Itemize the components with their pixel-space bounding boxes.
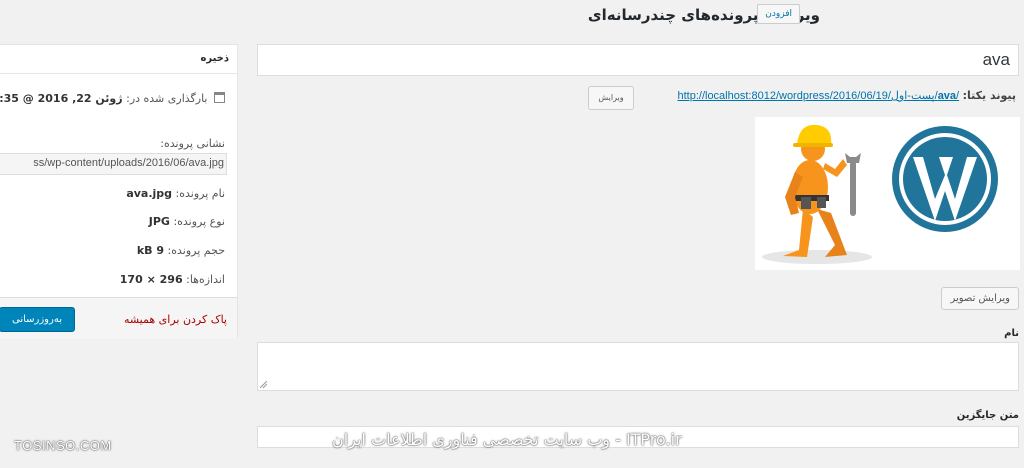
file-type-value: JPG [148,215,170,228]
attachment-image [762,124,998,264]
file-name-label: نام پرونده: [175,187,225,200]
permalink-label: پیوند یکتا: [962,89,1016,102]
permalink-link[interactable]: http://localhost:8012/wordpress/2016/06/… [677,90,959,102]
caption-label: نام [1004,328,1019,339]
permalink-row: پیوند یکتا: http://localhost:8012/wordpr… [677,89,1016,102]
title-input-value: ava [982,50,1010,69]
watermark-tosinso: TOSINSO.COM [14,438,112,453]
watermark-itpro: ITPro.ir - وب سایت تخصصی فناوری اطلاعات … [332,430,682,449]
dimensions-label: اندازه‌ها: [186,273,225,286]
file-size-value: 9 kB [136,244,165,257]
permalink-url-middle: /پست-اول/ [887,90,938,102]
file-type-label: نوع پرونده: [173,215,225,228]
title-input[interactable]: ava [257,44,1019,76]
dimensions-value: 296 × 170 [119,273,183,286]
save-box-title: ذخیره [200,53,229,64]
edit-permalink-button[interactable]: ویرایش [588,86,634,110]
alt-text-label: متن جایگزین [956,410,1019,421]
caption-textarea[interactable] [257,342,1019,391]
permalink-slug: ava [937,90,957,102]
file-url-label: نشانی پرونده: [160,137,225,150]
divider [0,73,237,74]
edit-image-button[interactable]: ویرایش تصویر [941,287,1019,310]
file-name-row: نام پرونده: ava.jpg [126,187,225,200]
file-size-label: حجم پرونده: [167,244,225,257]
add-new-button[interactable]: افزودن [757,4,800,24]
permalink-url-suffix: / [956,90,960,102]
uploaded-info: بارگذاری شده در: ژوئن 22, 2016 @ 11:35 [0,89,225,108]
file-type-row: نوع پرونده: JPG [149,215,225,228]
permalink-url-prefix: http://localhost:8012/wordpress/2016/06/… [677,90,888,102]
wordpress-logo-icon [892,126,998,232]
file-size-row: حجم پرونده: 9 kB [137,244,225,257]
calendar-icon [214,92,225,103]
uploaded-value: ژوئن 22, 2016 @ 11:35 [0,92,123,105]
save-box: ذخیره بارگذاری شده در: ژوئن 22, 2016 @ 1… [0,44,238,339]
uploaded-label: بارگذاری شده در: [126,92,208,105]
file-url-value: ss/wp-content/uploads/2016/06/ava.jpg [33,157,224,169]
delete-permanently-link[interactable]: پاک کردن برای همیشه [124,313,227,326]
update-button[interactable]: به‌روزرسانی [0,307,75,332]
worker-illustration [762,124,872,264]
dimensions-row: اندازه‌ها: 296 × 170 [120,273,225,286]
image-preview [755,117,1020,270]
save-box-footer: به‌روزرسانی پاک کردن برای همیشه [0,297,237,339]
file-url-field[interactable]: ss/wp-content/uploads/2016/06/ava.jpg [0,153,227,175]
resize-handle-icon[interactable] [260,381,267,388]
file-name-value: ava.jpg [126,187,173,200]
